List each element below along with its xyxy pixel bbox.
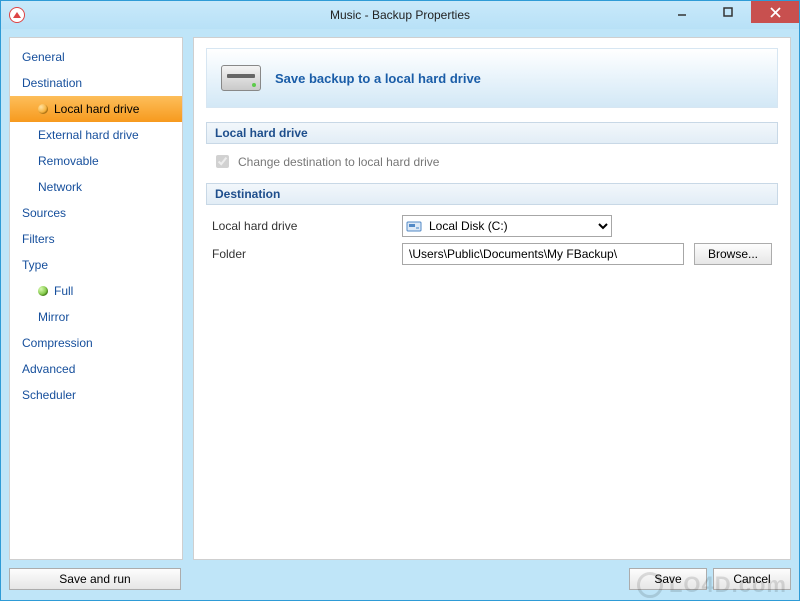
bullet-icon <box>38 286 48 296</box>
change-destination-row[interactable]: Change destination to local hard drive <box>206 150 778 183</box>
sidebar-item-general[interactable]: General <box>10 44 182 70</box>
drive-select-wrap: Local Disk (C:) <box>402 215 612 237</box>
sidebar-item-sources[interactable]: Sources <box>10 200 182 226</box>
sidebar-item-compression[interactable]: Compression <box>10 330 182 356</box>
titlebar: Music - Backup Properties <box>1 1 799 29</box>
sidebar-item-label: Local hard drive <box>54 100 139 118</box>
bullet-icon <box>38 104 48 114</box>
footer: Save and run Save Cancel <box>9 566 791 592</box>
minimize-icon <box>677 7 687 17</box>
section-header-destination: Destination <box>206 183 778 205</box>
maximize-button[interactable] <box>705 1 751 23</box>
close-button[interactable] <box>751 1 799 23</box>
maximize-icon <box>723 7 733 17</box>
sidebar-item-scheduler[interactable]: Scheduler <box>10 382 182 408</box>
sidebar-item-external-hard-drive[interactable]: External hard drive <box>10 122 182 148</box>
change-destination-checkbox[interactable] <box>216 155 229 168</box>
sidebar-item-filters[interactable]: Filters <box>10 226 182 252</box>
sidebar-item-mirror[interactable]: Mirror <box>10 304 182 330</box>
sidebar-item-full[interactable]: Full <box>10 278 182 304</box>
folder-input[interactable] <box>402 243 684 265</box>
sidebar-item-removable[interactable]: Removable <box>10 148 182 174</box>
hard-drive-icon <box>221 65 261 91</box>
sidebar-item-local-hard-drive[interactable]: Local hard drive <box>10 96 182 122</box>
sidebar: General Destination Local hard drive Ext… <box>9 37 183 560</box>
sidebar-item-advanced[interactable]: Advanced <box>10 356 182 382</box>
window: Music - Backup Properties General Destin… <box>0 0 800 601</box>
window-buttons <box>659 1 799 23</box>
app-icon <box>9 7 25 23</box>
folder-label: Folder <box>212 247 392 261</box>
banner: Save backup to a local hard drive <box>206 48 778 108</box>
cancel-button[interactable]: Cancel <box>713 568 791 590</box>
minimize-button[interactable] <box>659 1 705 23</box>
sidebar-item-label: Full <box>54 282 73 300</box>
sidebar-item-destination[interactable]: Destination <box>10 70 182 96</box>
browse-button[interactable]: Browse... <box>694 243 772 265</box>
save-and-run-button[interactable]: Save and run <box>9 568 181 590</box>
drive-select[interactable]: Local Disk (C:) <box>402 215 612 237</box>
sidebar-item-network[interactable]: Network <box>10 174 182 200</box>
banner-title: Save backup to a local hard drive <box>275 71 481 86</box>
close-icon <box>770 7 781 18</box>
sidebar-item-type[interactable]: Type <box>10 252 182 278</box>
change-destination-label: Change destination to local hard drive <box>238 155 439 169</box>
section-header-local-hard-drive: Local hard drive <box>206 122 778 144</box>
main-panel: Save backup to a local hard drive Local … <box>193 37 791 560</box>
save-button[interactable]: Save <box>629 568 707 590</box>
drive-label: Local hard drive <box>212 219 392 233</box>
